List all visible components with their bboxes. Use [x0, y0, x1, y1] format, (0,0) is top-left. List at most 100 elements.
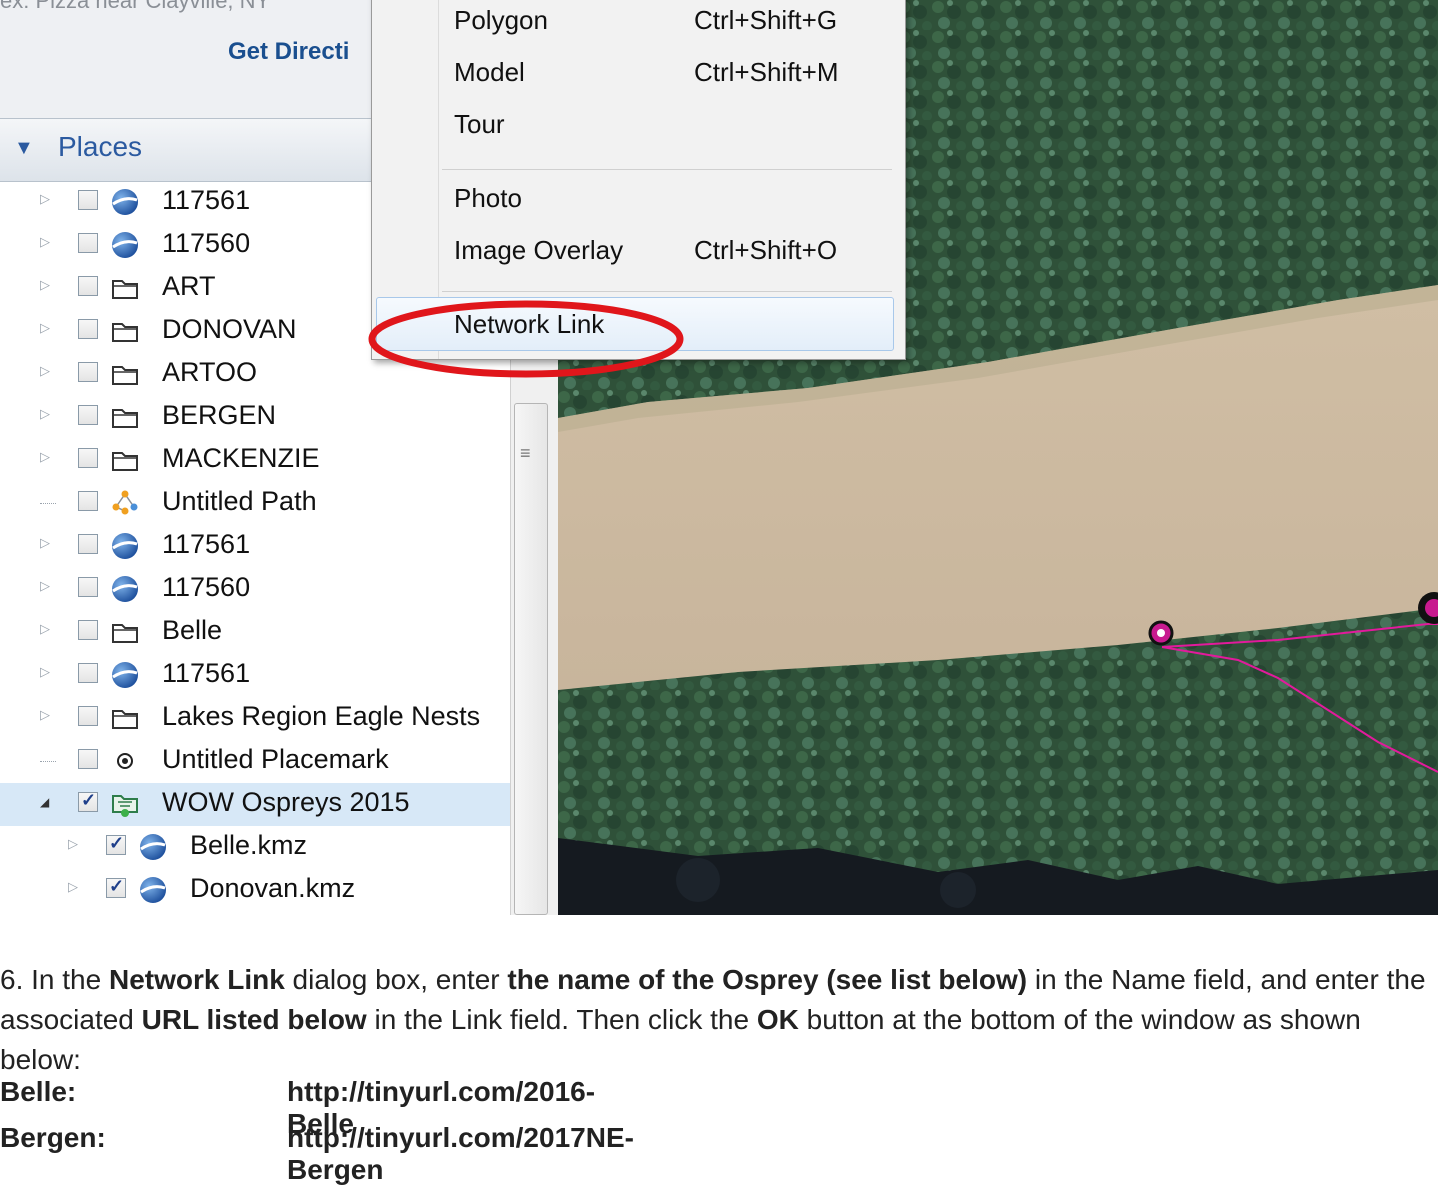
tree-item-label: DONOVAN	[162, 314, 297, 344]
tree-item-label: 117560	[162, 228, 251, 258]
globe-icon	[110, 661, 140, 689]
expand-arrow-icon[interactable]: ▷	[40, 621, 54, 639]
tree-item-label: 117561	[162, 658, 251, 688]
visibility-checkbox[interactable]	[106, 876, 126, 898]
menu-item-model[interactable]: Model	[454, 57, 525, 88]
visibility-checkbox[interactable]	[78, 491, 98, 511]
tree-item-label: Belle	[162, 615, 223, 645]
folder-icon	[110, 317, 140, 345]
places-title: Places	[58, 131, 143, 162]
step-bold-network-link: Network Link	[108, 964, 285, 995]
tree-item-label: 117560	[162, 572, 251, 602]
expand-arrow-icon[interactable]: ▷	[40, 191, 54, 209]
visibility-checkbox[interactable]	[78, 706, 98, 726]
tree-item-label: Untitled Placemark	[162, 744, 389, 774]
globe-icon	[110, 532, 140, 560]
visibility-checkbox[interactable]	[78, 233, 98, 253]
folder-icon	[110, 360, 140, 388]
expand-arrow-icon[interactable]: ▷	[40, 234, 54, 252]
tree-item-label: 117561	[162, 529, 251, 559]
menu-separator	[442, 169, 892, 170]
menu-separator	[442, 291, 892, 292]
expand-arrow-icon[interactable]: ▷	[40, 449, 54, 467]
placemark-icon	[110, 747, 140, 775]
expand-arrow-icon[interactable]: ▷	[40, 363, 54, 381]
tree-item-label: 117561	[162, 185, 251, 215]
folder-icon	[110, 403, 140, 431]
tree-connector	[40, 761, 56, 762]
tree-row[interactable]: ▷ 117561	[0, 525, 510, 568]
step-6-paragraph: 6. In the Network Link dialog box, enter…	[0, 960, 1436, 1080]
step-bold-osprey-name: the name of the Osprey (see list below)	[507, 964, 1028, 995]
visibility-checkbox[interactable]	[78, 749, 98, 769]
visibility-checkbox[interactable]	[78, 534, 98, 554]
folder-icon	[110, 274, 140, 302]
expand-arrow-icon[interactable]: ▷	[68, 836, 82, 854]
tree-row[interactable]: ▷ BERGEN	[0, 396, 510, 439]
tree-row[interactable]: ▷ Donovan.kmz	[0, 869, 510, 912]
tree-row[interactable]: ▷ Lakes Region Eagle Nests	[0, 697, 510, 740]
menu-item-image-overlay[interactable]: Image Overlay	[454, 235, 623, 266]
tree-row[interactable]: ▷ 117560	[0, 568, 510, 611]
tree-item-label: Lakes Region Eagle Nests	[162, 701, 481, 731]
collapse-arrow-icon[interactable]: ◢	[40, 795, 54, 813]
tree-row[interactable]: ▷ Belle	[0, 611, 510, 654]
osprey-name: Bergen:	[0, 1122, 106, 1153]
expand-arrow-icon[interactable]: ▷	[40, 277, 54, 295]
step-text: 6. In the	[0, 964, 109, 995]
expand-arrow-icon[interactable]: ▷	[68, 879, 82, 897]
menu-item-tour[interactable]: Tour	[454, 109, 505, 140]
visibility-checkbox[interactable]	[78, 620, 98, 640]
visibility-checkbox[interactable]	[78, 362, 98, 382]
tree-item-label: BERGEN	[162, 400, 277, 430]
search-hint: ex: Pizza near Clayville, NY	[0, 0, 271, 13]
tree-row[interactable]: Untitled Placemark	[0, 740, 510, 783]
folder-icon	[110, 704, 140, 732]
folder-icon	[110, 446, 140, 474]
globe-icon	[138, 833, 168, 861]
tree-connector	[40, 503, 56, 504]
expand-arrow-icon[interactable]: ▷	[40, 535, 54, 553]
visibility-checkbox[interactable]	[78, 577, 98, 597]
visibility-checkbox[interactable]	[78, 405, 98, 425]
visibility-checkbox[interactable]	[106, 833, 126, 855]
visibility-checkbox[interactable]	[78, 319, 98, 339]
step-bold-url: URL listed below	[141, 1004, 367, 1035]
expand-arrow-icon[interactable]: ▷	[40, 707, 54, 725]
shortcut-model: Ctrl+Shift+M	[694, 57, 839, 87]
visibility-checkbox[interactable]	[78, 663, 98, 683]
expand-arrow-icon[interactable]: ▷	[40, 664, 54, 682]
globe-icon	[110, 188, 140, 216]
placemark-marker-center	[1157, 629, 1165, 637]
osprey-url[interactable]: http://tinyurl.com/2017NE-Bergen	[287, 1122, 634, 1186]
visibility-checkbox[interactable]	[78, 448, 98, 468]
menu-item-photo[interactable]: Photo	[454, 183, 522, 214]
expand-arrow-icon[interactable]: ▷	[40, 406, 54, 424]
tree-item-label: Donovan.kmz	[190, 873, 356, 903]
tree-item-label: Untitled Path	[162, 486, 317, 516]
step-text: in the Link field. Then click the	[366, 1004, 757, 1035]
osprey-name: Belle:	[0, 1076, 77, 1107]
step-bold-ok: OK	[756, 1004, 799, 1035]
visibility-checkbox[interactable]	[78, 790, 98, 812]
tree-row[interactable]: ▷ MACKENZIE	[0, 439, 510, 482]
highlight-ring	[368, 300, 684, 378]
scrollbar-thumb[interactable]	[514, 403, 548, 915]
shortcut-image-overlay: Ctrl+Shift+O	[694, 235, 838, 265]
visibility-checkbox[interactable]	[78, 190, 98, 210]
tree-row[interactable]: Untitled Path	[0, 482, 510, 525]
tree-row[interactable]: ◢ WOW Ospreys 2015	[0, 783, 510, 826]
menu-item-polygon[interactable]: Polygon	[454, 5, 548, 36]
tree-item-label: Belle.kmz	[190, 830, 308, 860]
expand-arrow-icon[interactable]: ▷	[40, 578, 54, 596]
tree-row[interactable]: ▷ Belle.kmz	[0, 826, 510, 869]
collapse-triangle-icon[interactable]: ▼	[14, 137, 34, 160]
scroll-grip-icon: ≡	[520, 443, 531, 463]
tree-item-label: ARTOO	[162, 357, 258, 387]
get-directions-link[interactable]: Get Directi	[228, 38, 349, 66]
shortcut-polygon: Ctrl+Shift+G	[694, 5, 838, 35]
expand-arrow-icon[interactable]: ▷	[40, 320, 54, 338]
tree-row[interactable]: ▷ 117561	[0, 654, 510, 697]
visibility-checkbox[interactable]	[78, 276, 98, 296]
globe-icon	[110, 231, 140, 259]
